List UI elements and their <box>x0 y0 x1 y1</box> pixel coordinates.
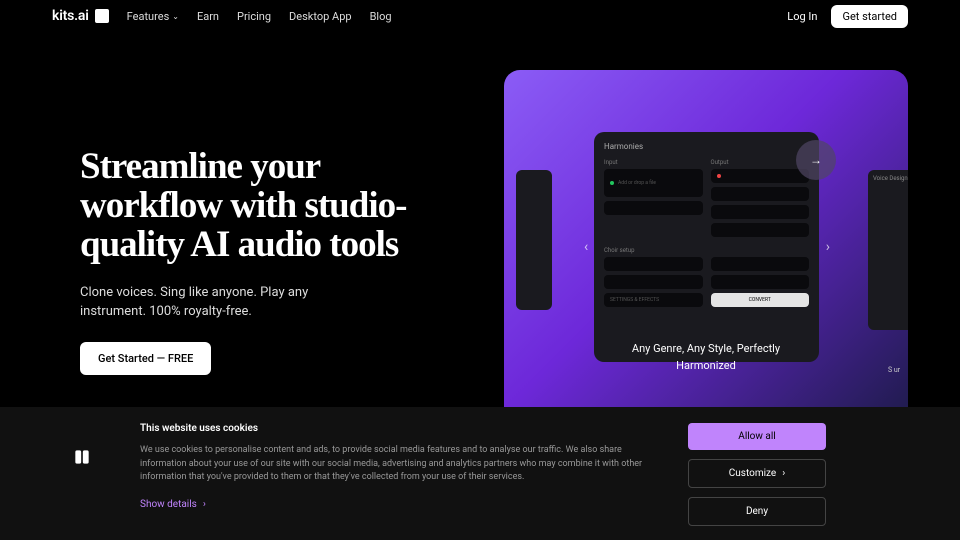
input-box: Add or drop a file <box>604 169 703 197</box>
show-details-label: Show details <box>140 499 197 510</box>
side-caption: S ur <box>888 366 908 374</box>
product-window-title: Harmonies <box>604 142 809 151</box>
cookie-buttons: Allow all Customize › Deny <box>688 423 826 526</box>
carousel: Harmonies Input Add or drop a file Outpu… <box>504 70 908 424</box>
logo-icon <box>95 9 109 23</box>
output-label: Output <box>711 159 810 166</box>
side-right-title: Voice Design <box>873 175 908 182</box>
chevron-down-icon: ⌄ <box>172 12 179 21</box>
hero-title: Streamline your workflow with studio-qua… <box>80 148 460 265</box>
input-label: Input <box>604 159 703 166</box>
carousel-next-preview: Voice Design <box>868 170 908 330</box>
carousel-prev-preview <box>516 170 552 310</box>
choir-row <box>711 257 810 271</box>
choir-row <box>711 275 810 289</box>
logo[interactable]: kits.ai <box>52 8 109 24</box>
brand-icon <box>72 447 92 467</box>
hero-left: Streamline your workflow with studio-qua… <box>80 70 460 424</box>
choir-row <box>604 275 703 289</box>
cookie-title: This website uses cookies <box>140 423 660 434</box>
settings-label: SETTINGS & EFFECTS <box>610 297 659 303</box>
output-row <box>711 187 810 201</box>
hero: Streamline your workflow with studio-qua… <box>0 32 960 424</box>
chevron-right-icon: › <box>782 468 785 479</box>
allow-all-button[interactable]: Allow all <box>688 423 826 450</box>
nav-earn[interactable]: Earn <box>197 10 219 23</box>
try-badge[interactable]: → <box>796 140 836 180</box>
convert-button: CONVERT <box>711 293 810 307</box>
choir-row <box>604 257 703 271</box>
show-details-link[interactable]: Show details › <box>140 499 660 510</box>
nav-features[interactable]: Features⌄ <box>127 10 179 23</box>
output-row <box>711 169 810 183</box>
customize-button[interactable]: Customize › <box>688 459 826 488</box>
cookie-logo <box>52 447 112 467</box>
deny-button[interactable]: Deny <box>688 497 826 526</box>
nav-links: Features⌄ Earn Pricing Desktop App Blog <box>127 10 392 23</box>
nav-pricing[interactable]: Pricing <box>237 10 271 23</box>
customize-label: Customize <box>729 468 776 479</box>
output-row <box>711 223 810 237</box>
carousel-caption: Any Genre, Any Style, Perfectly Harmoniz… <box>504 341 908 374</box>
arrow-right-icon: → <box>810 153 822 167</box>
cookie-description: We use cookies to personalise content an… <box>140 444 660 485</box>
login-link[interactable]: Log In <box>787 10 817 23</box>
nav-left: kits.ai Features⌄ Earn Pricing Desktop A… <box>52 8 392 24</box>
logo-text: kits.ai <box>52 8 89 24</box>
nav-desktop[interactable]: Desktop App <box>289 10 352 23</box>
carousel-next-button[interactable]: › <box>820 233 836 261</box>
nav-features-label: Features <box>127 10 170 23</box>
plus-icon <box>610 181 614 185</box>
convert-label: CONVERT <box>749 297 771 303</box>
hero-right: Harmonies Input Add or drop a file Outpu… <box>490 70 908 424</box>
cookie-banner: This website uses cookies We use cookies… <box>0 407 960 540</box>
record-icon <box>717 174 721 178</box>
hero-subtitle: Clone voices. Sing like anyone. Play any… <box>80 283 310 322</box>
output-row <box>711 205 810 219</box>
carousel-prev-button[interactable]: ‹ <box>578 233 594 261</box>
settings-row: SETTINGS & EFFECTS <box>604 293 703 307</box>
product-window: Harmonies Input Add or drop a file Outpu… <box>594 132 819 362</box>
add-drop-text: Add or drop a file <box>618 180 656 186</box>
chevron-right-icon: › <box>203 499 206 510</box>
choir-label: Choir setup <box>604 247 809 254</box>
input-row <box>604 201 703 215</box>
navbar: kits.ai Features⌄ Earn Pricing Desktop A… <box>0 0 960 32</box>
get-started-button[interactable]: Get started <box>831 5 908 28</box>
nav-blog[interactable]: Blog <box>370 10 392 23</box>
nav-right: Log In Get started <box>787 5 908 28</box>
cookie-text: This website uses cookies We use cookies… <box>140 423 660 510</box>
cta-button[interactable]: Get Started — FREE <box>80 342 211 375</box>
